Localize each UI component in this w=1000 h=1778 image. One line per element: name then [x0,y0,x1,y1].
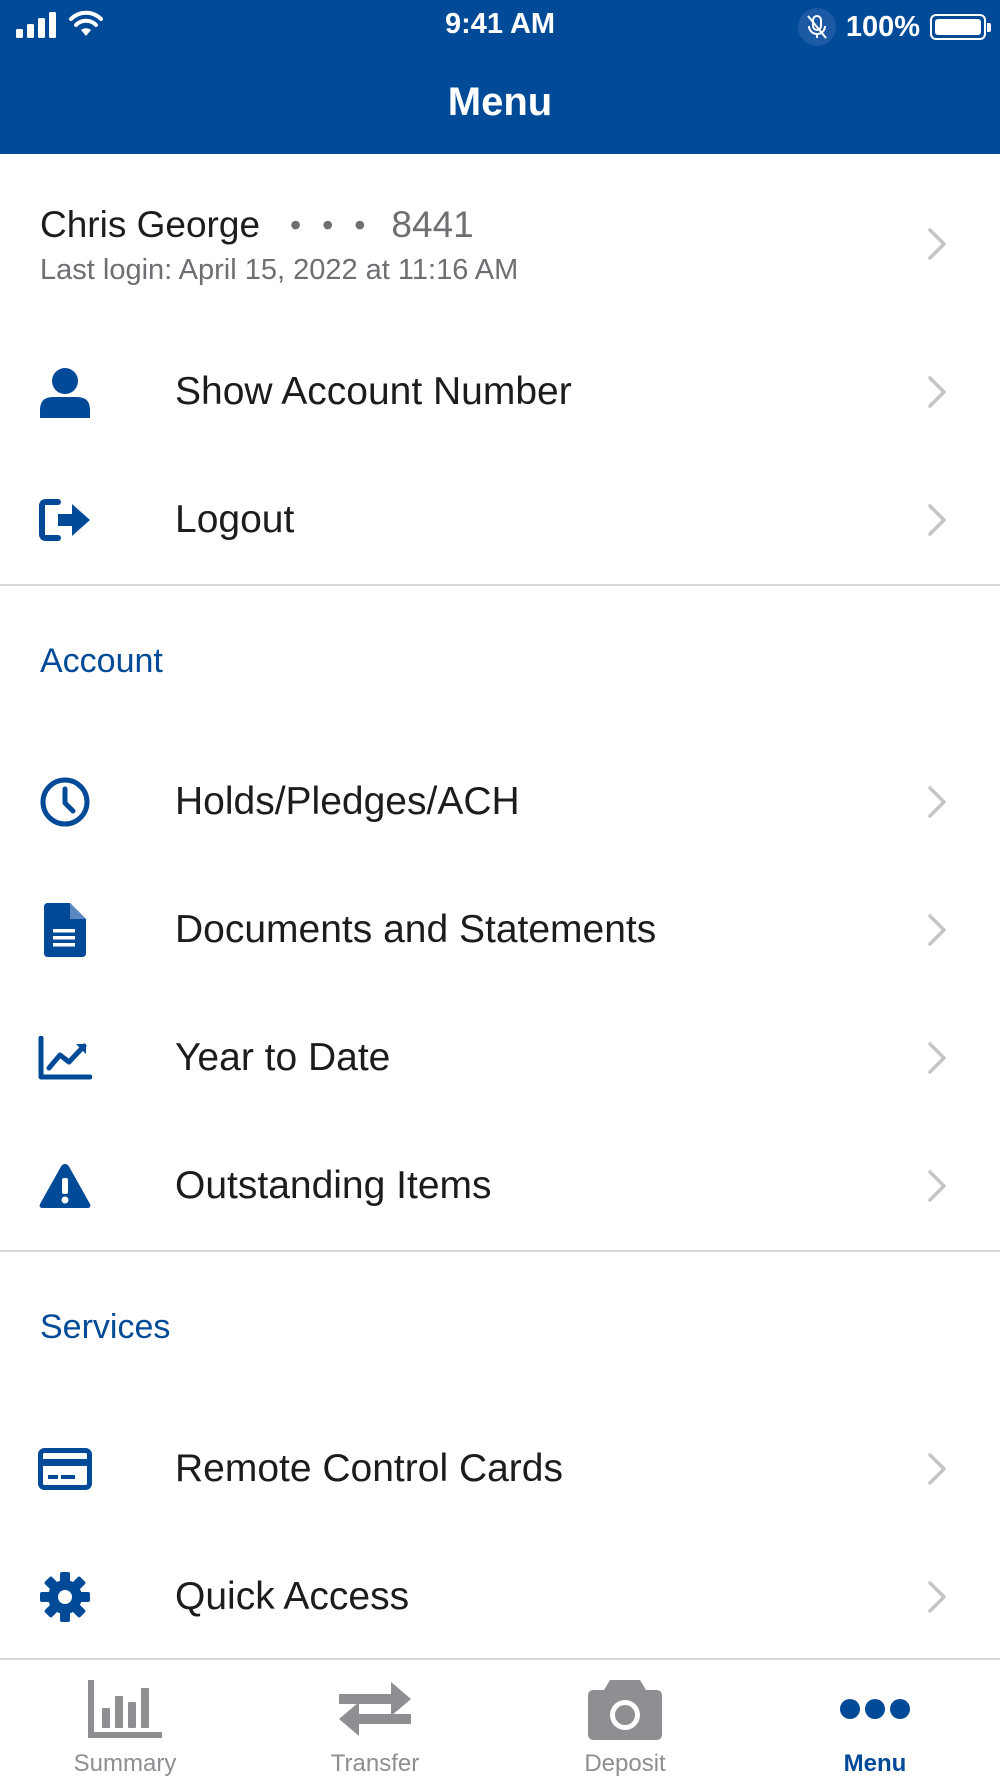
section-title-account: Account [40,642,163,680]
chevron-right-icon [928,786,946,818]
menu-item-outstanding-items[interactable]: Outstanding Items [0,1122,1000,1250]
status-right: 100% [797,8,991,46]
menu-item-label: Quick Access [175,1575,410,1618]
section-title-services: Services [40,1308,171,1346]
user-name: Chris George [40,204,261,245]
logout-icon [38,493,92,547]
chevron-right-icon [928,1581,946,1613]
user-name-line: Chris George • • • 8441 [40,204,474,246]
menu-item-remote-control-cards[interactable]: Remote Control Cards [0,1405,1000,1533]
menu-item-label: Holds/Pledges/ACH [175,780,520,823]
menu-item-show-account-number[interactable]: Show Account Number [0,328,1000,456]
camera-icon [500,1674,750,1744]
menu-item-label: Remote Control Cards [175,1447,563,1490]
tab-label: Deposit [584,1750,666,1777]
credit-card-icon [38,1442,92,1496]
menu-item-label: Show Account Number [175,370,572,413]
chart-trend-icon [38,1031,92,1085]
more-dots-icon [750,1674,1000,1744]
chevron-right-icon [928,376,946,408]
menu-item-documents-statements[interactable]: Documents and Statements [0,866,1000,994]
bar-chart-icon [0,1674,250,1744]
menu-item-year-to-date[interactable]: Year to Date [0,994,1000,1122]
account-suffix: 8441 [391,204,474,245]
tab-label: Transfer [330,1750,420,1777]
warning-icon [38,1159,92,1213]
app-header: 9:41 AM 100% Menu [0,0,1000,154]
battery-icon [930,14,991,40]
chevron-right-icon [928,1453,946,1485]
clock-icon [38,775,92,829]
masked-dots: • • • [290,206,372,243]
page-title: Menu [447,80,553,124]
last-login: Last login: April 15, 2022 at 11:16 AM [40,254,519,286]
tab-summary[interactable]: Summary [0,1660,250,1778]
person-icon [38,365,92,419]
chevron-right-icon [928,504,946,536]
divider [0,1250,1000,1252]
menu-item-label: Logout [175,498,295,541]
tab-menu[interactable]: Menu [750,1660,1000,1778]
tab-label: Menu [843,1750,907,1777]
menu-item-holds-pledges-ach[interactable]: Holds/Pledges/ACH [0,738,1000,866]
tab-deposit[interactable]: Deposit [500,1660,750,1778]
chevron-right-icon [928,914,946,946]
menu-item-logout[interactable]: Logout [0,456,1000,584]
tab-bar: Summary Transfer Deposit Menu [0,1658,1000,1778]
divider [0,584,1000,586]
transfer-arrows-icon [250,1674,500,1744]
tab-label: Summary [73,1750,177,1777]
chevron-right-icon [928,1170,946,1202]
chevron-right-icon [928,1042,946,1074]
tab-transfer[interactable]: Transfer [250,1660,500,1778]
chevron-right-icon [928,228,946,260]
mic-muted-icon [797,8,836,46]
gear-icon [38,1570,92,1624]
battery-percent: 100% [845,10,920,43]
menu-item-quick-access[interactable]: Quick Access [0,1533,1000,1661]
status-bar: 9:41 AM 100% [0,0,1000,50]
user-profile-row[interactable]: Chris George • • • 8441 Last login: Apri… [0,154,1000,314]
document-icon [38,903,92,957]
menu-item-label: Documents and Statements [175,908,657,951]
menu-item-label: Year to Date [175,1036,391,1079]
menu-item-label: Outstanding Items [175,1164,492,1207]
